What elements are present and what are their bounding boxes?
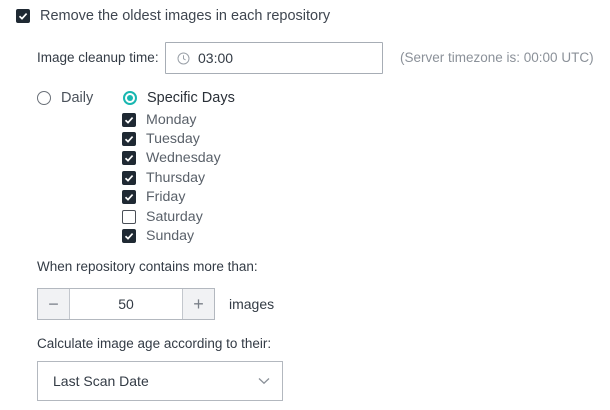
image-age-label: Calculate image age according to their: xyxy=(37,336,272,351)
days-list: Monday Tuesday Wednesday Thursday Friday… xyxy=(122,110,221,246)
thursday-label: Thursday xyxy=(146,169,206,186)
day-sunday[interactable]: Sunday xyxy=(122,226,221,245)
chevron-down-icon xyxy=(258,372,270,390)
check-icon xyxy=(124,233,134,240)
day-tuesday[interactable]: Tuesday xyxy=(122,129,221,148)
remove-oldest-label: Remove the oldest images in each reposit… xyxy=(40,8,331,24)
sunday-label: Sunday xyxy=(146,228,195,245)
wednesday-checkbox[interactable] xyxy=(122,151,136,166)
clock-icon xyxy=(177,52,190,65)
remove-oldest-checkbox[interactable] xyxy=(16,9,30,23)
day-wednesday[interactable]: Wednesday xyxy=(122,149,221,168)
images-suffix: images xyxy=(229,296,275,312)
daily-radio[interactable] xyxy=(37,91,51,105)
check-icon xyxy=(18,13,28,20)
tuesday-checkbox[interactable] xyxy=(122,132,136,147)
check-icon xyxy=(124,174,134,182)
repo-count-input[interactable]: 50 xyxy=(70,289,182,319)
check-icon xyxy=(124,136,134,143)
cleanup-time-label: Image cleanup time: xyxy=(37,50,159,65)
radio-option-daily[interactable]: Daily xyxy=(37,90,93,106)
sunday-checkbox[interactable] xyxy=(122,229,136,244)
monday-checkbox[interactable] xyxy=(122,112,136,127)
timezone-note: (Server timezone is: 00:00 UTC) xyxy=(400,50,594,65)
day-thursday[interactable]: Thursday xyxy=(122,168,221,187)
day-friday[interactable]: Friday xyxy=(122,188,221,207)
saturday-checkbox[interactable] xyxy=(122,209,136,224)
cleanup-time-value: 03:00 xyxy=(198,50,234,66)
specific-days-label: Specific Days xyxy=(147,90,235,106)
cleanup-time-input[interactable]: 03:00 xyxy=(165,42,383,74)
check-icon xyxy=(124,155,134,163)
tuesday-label: Tuesday xyxy=(146,131,200,148)
quantity-stepper: − 50 + xyxy=(37,288,215,320)
repo-count-label: When repository contains more than: xyxy=(37,259,258,274)
friday-checkbox[interactable] xyxy=(122,190,136,205)
increment-button[interactable]: + xyxy=(182,289,214,319)
radio-option-specific-days[interactable]: Specific Days xyxy=(123,90,235,106)
remove-oldest-row[interactable]: Remove the oldest images in each reposit… xyxy=(16,8,330,24)
image-age-selected-value: Last Scan Date xyxy=(53,373,149,389)
image-age-select[interactable]: Last Scan Date xyxy=(37,361,283,401)
thursday-checkbox[interactable] xyxy=(122,170,136,185)
decrement-button[interactable]: − xyxy=(38,289,70,319)
specific-days-radio[interactable] xyxy=(123,91,137,105)
check-icon xyxy=(124,194,134,202)
daily-label: Daily xyxy=(61,90,94,106)
day-saturday[interactable]: Saturday xyxy=(122,207,221,226)
wednesday-label: Wednesday xyxy=(146,150,221,167)
saturday-label: Saturday xyxy=(146,208,203,225)
friday-label: Friday xyxy=(146,189,186,206)
day-monday[interactable]: Monday xyxy=(122,110,221,129)
check-icon xyxy=(124,116,134,124)
monday-label: Monday xyxy=(146,111,197,128)
